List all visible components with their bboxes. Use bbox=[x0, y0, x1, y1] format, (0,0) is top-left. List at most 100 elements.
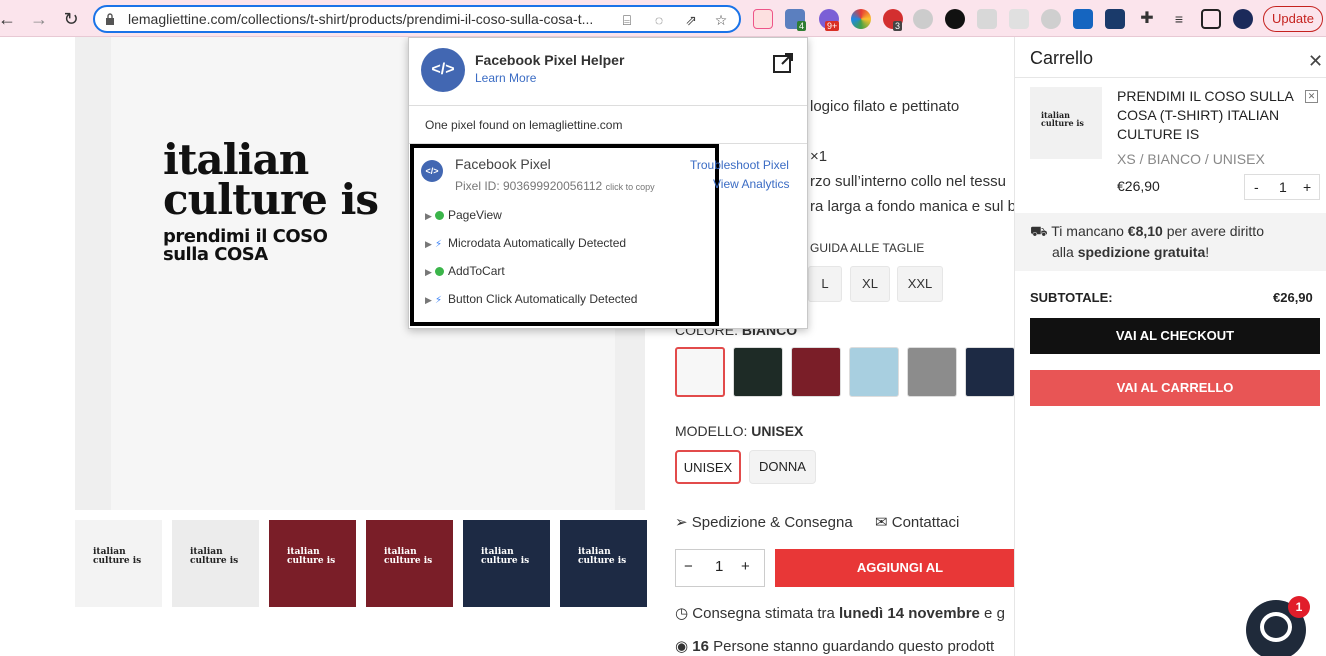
extension-icon[interactable] bbox=[1073, 9, 1093, 29]
event-row[interactable]: ▶ ⚡ Microdata Automatically Detected bbox=[425, 236, 626, 250]
product-description: ra larga a fondo manica e sul b bbox=[810, 198, 1016, 215]
cart-item-image[interactable]: italian culture is bbox=[1030, 87, 1102, 159]
media-queue-icon[interactable]: ≡ bbox=[1169, 9, 1189, 29]
cart-item-name[interactable]: PRENDIMI IL COSO SULLA COSA (T-SHIRT) IT… bbox=[1117, 87, 1297, 144]
remove-item-icon[interactable]: ✕ bbox=[1305, 90, 1318, 103]
color-swatch-white[interactable] bbox=[675, 347, 725, 397]
product-description: logico filato e pettinato bbox=[810, 98, 960, 115]
event-row[interactable]: ▶ AddToCart bbox=[425, 264, 505, 278]
extension-icon[interactable] bbox=[1105, 9, 1125, 29]
cart-item-variant: XS / BIANCO / UNISEX bbox=[1117, 151, 1265, 167]
model-option-donna[interactable]: DONNA bbox=[749, 450, 816, 484]
cart-drawer: Carrello ✕ italian culture is PRENDIMI I… bbox=[1014, 37, 1326, 656]
size-guide-link[interactable]: GUIDA ALLE TAGLIE bbox=[810, 241, 924, 255]
qty-plus-button[interactable]: + bbox=[741, 558, 750, 575]
lightning-icon: ⚡ bbox=[435, 239, 443, 250]
cart-quantity-stepper[interactable]: - 1 + bbox=[1244, 174, 1320, 200]
qty-value[interactable]: 1 bbox=[1279, 179, 1287, 195]
event-row[interactable]: ▶ PageView bbox=[425, 208, 502, 222]
color-swatch-navy[interactable] bbox=[965, 347, 1015, 397]
update-button[interactable]: Update bbox=[1263, 6, 1323, 32]
troubleshoot-link[interactable]: Troubleshoot Pixel bbox=[690, 158, 789, 172]
product-description: ×1 bbox=[810, 148, 828, 165]
expand-arrow-icon: ▶ bbox=[425, 267, 432, 277]
product-thumbnail[interactable]: italian culture is bbox=[560, 520, 647, 607]
avatar[interactable] bbox=[1233, 9, 1253, 29]
share-icon[interactable]: ⇗ bbox=[682, 11, 700, 29]
contacts-link[interactable]: ✉ Contattaci bbox=[875, 513, 959, 531]
shirt-print-line: culture is bbox=[163, 175, 379, 224]
size-option[interactable]: XXL bbox=[897, 266, 943, 302]
chat-notification-badge: 1 bbox=[1288, 596, 1310, 618]
truck-icon: ⛟ bbox=[1030, 223, 1048, 239]
divider bbox=[1015, 77, 1326, 78]
cart-item-price: €26,90 bbox=[1117, 178, 1160, 194]
browser-toolbar: ← → ↻ lemagliettine.com/collections/t-sh… bbox=[0, 0, 1326, 37]
reload-icon[interactable]: ↻ bbox=[60, 8, 82, 30]
color-swatch-grey[interactable] bbox=[907, 347, 957, 397]
pixel-id[interactable]: Pixel ID: 903699920056112 click to copy bbox=[455, 179, 655, 193]
open-external-icon[interactable] bbox=[772, 52, 794, 74]
qty-minus-button[interactable]: - bbox=[1254, 179, 1259, 195]
code-icon: </> bbox=[421, 160, 443, 182]
address-bar[interactable]: lemagliettine.com/collections/t-shirt/pr… bbox=[93, 5, 741, 33]
extension-icon[interactable] bbox=[1041, 9, 1061, 29]
checkout-button[interactable]: VAI AL CHECKOUT bbox=[1030, 318, 1320, 354]
eye-off-icon[interactable]: ◌ bbox=[650, 11, 668, 29]
size-option[interactable]: L bbox=[808, 266, 842, 302]
add-to-cart-button[interactable]: AGGIUNGI AL bbox=[775, 549, 1025, 587]
side-panel-icon[interactable] bbox=[1201, 9, 1221, 29]
lock-icon bbox=[106, 13, 114, 25]
color-swatch-lightblue[interactable] bbox=[849, 347, 899, 397]
learn-more-link[interactable]: Learn More bbox=[475, 71, 536, 85]
check-circle-icon bbox=[435, 267, 444, 276]
quantity-stepper[interactable]: − 1 + bbox=[675, 549, 765, 587]
view-analytics-link[interactable]: View Analytics bbox=[713, 177, 789, 191]
product-thumbnail[interactable]: italian culture is bbox=[463, 520, 550, 607]
product-thumbnail[interactable]: italian culture is bbox=[172, 520, 259, 607]
extension-badge: 9+ bbox=[825, 21, 840, 31]
translate-icon[interactable]: ⌸ bbox=[618, 11, 636, 29]
subtotal-label: SUBTOTALE: bbox=[1030, 290, 1113, 305]
extension-icon[interactable] bbox=[753, 9, 773, 29]
model-label: MODELLO: UNISEX bbox=[675, 423, 804, 439]
color-picker-icon[interactable] bbox=[851, 9, 871, 29]
forward-arrow-icon[interactable]: → bbox=[28, 8, 50, 30]
event-row[interactable]: ▶ ⚡ Button Click Automatically Detected bbox=[425, 292, 637, 306]
qty-plus-button[interactable]: + bbox=[1303, 179, 1311, 195]
lightning-icon: ⚡ bbox=[435, 295, 443, 306]
clock-icon: ◷ bbox=[675, 605, 689, 622]
view-cart-button[interactable]: VAI AL CARRELLO bbox=[1030, 370, 1320, 406]
size-option[interactable]: XL bbox=[850, 266, 890, 302]
product-thumbnail[interactable]: italian culture is bbox=[269, 520, 356, 607]
cart-title: Carrello bbox=[1030, 48, 1094, 68]
shield-icon[interactable] bbox=[1009, 9, 1029, 29]
paper-plane-icon: ➢ bbox=[675, 514, 688, 531]
puzzle-icon[interactable]: ✚ bbox=[1137, 9, 1157, 29]
extension-icon[interactable] bbox=[977, 9, 997, 29]
envelope-icon: ✉ bbox=[875, 514, 888, 531]
product-thumbnail[interactable]: italian culture is bbox=[366, 520, 453, 607]
extension-badge: 4 bbox=[797, 21, 807, 31]
extension-icon[interactable] bbox=[945, 9, 965, 29]
model-option-unisex[interactable]: UNISEX bbox=[675, 450, 741, 484]
back-arrow-icon[interactable]: ← bbox=[0, 8, 18, 30]
shirt-print-line: sulla COSA bbox=[163, 244, 268, 265]
qty-minus-button[interactable]: − bbox=[684, 558, 693, 575]
color-swatch-green[interactable] bbox=[733, 347, 783, 397]
expand-arrow-icon: ▶ bbox=[425, 211, 432, 221]
popup-title: Facebook Pixel Helper bbox=[475, 52, 625, 68]
code-icon: </> bbox=[421, 48, 465, 92]
color-swatch-burgundy[interactable] bbox=[791, 347, 841, 397]
globe-icon[interactable] bbox=[913, 9, 933, 29]
subtotal-value: €26,90 bbox=[1273, 290, 1313, 305]
product-page: italian culture is prendimi il COSO sull… bbox=[0, 37, 1326, 656]
product-thumbnail[interactable]: italian culture is bbox=[75, 520, 162, 607]
shipping-link[interactable]: ➢ Spedizione & Consegna bbox=[675, 513, 853, 531]
qty-value[interactable]: 1 bbox=[715, 558, 723, 575]
expand-arrow-icon: ▶ bbox=[425, 239, 432, 249]
bookmark-star-icon[interactable]: ☆ bbox=[712, 11, 730, 29]
expand-arrow-icon: ▶ bbox=[425, 295, 432, 305]
close-icon[interactable]: ✕ bbox=[1308, 51, 1323, 72]
url-text[interactable]: lemagliettine.com/collections/t-shirt/pr… bbox=[128, 11, 608, 27]
